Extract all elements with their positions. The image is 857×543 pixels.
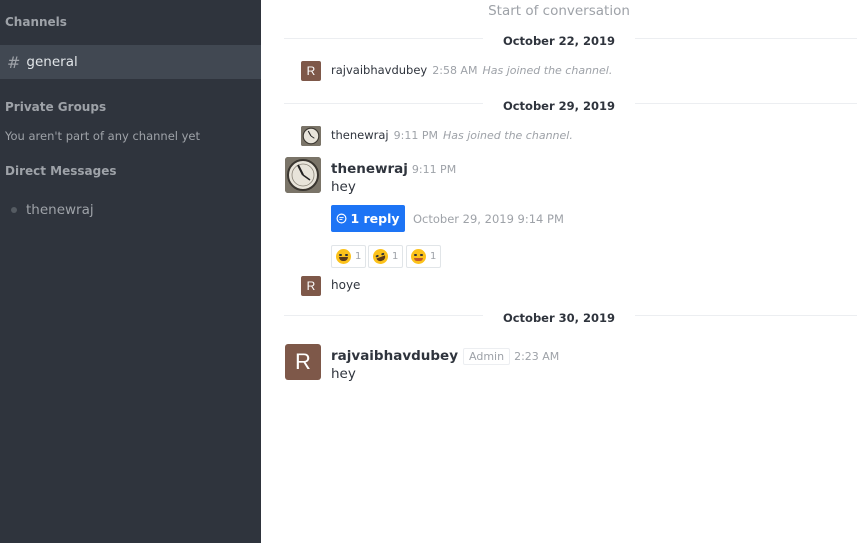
sidebar: Channels # general Private Groups You ar… [0, 0, 261, 543]
channels-section-title: Channels [5, 15, 67, 29]
message-header: thenewraj 9:11 PM [331, 158, 456, 177]
sidebar-item-thenewraj[interactable]: thenewraj [11, 202, 94, 218]
avatar[interactable] [301, 126, 321, 146]
date-divider: October 29, 2019 [284, 99, 857, 113]
clock-avatar-icon [285, 157, 321, 193]
reaction-count: 1 [392, 251, 399, 262]
private-groups-empty: You aren't part of any channel yet [5, 129, 201, 143]
status-dot-icon [11, 207, 17, 213]
reply-button[interactable]: 1 reply [331, 205, 405, 232]
reaction[interactable]: 1 [368, 245, 404, 268]
avatar[interactable]: R [285, 344, 321, 380]
username[interactable]: rajvaibhavdubey [331, 348, 458, 364]
timestamp: 9:11 PM [411, 163, 457, 176]
avatar[interactable]: R [301, 61, 321, 81]
message-list: Start of conversation October 22, 2019 R… [261, 0, 857, 543]
avatar[interactable]: R [301, 276, 321, 296]
timestamp: 9:11 PM [393, 129, 438, 142]
rofl-emoji-icon [370, 246, 391, 267]
avatar[interactable] [285, 157, 321, 193]
start-of-conversation: Start of conversation [488, 3, 630, 19]
system-message: thenewraj 9:11 PM Has joined the channel. [331, 128, 573, 142]
date-label: October 30, 2019 [482, 311, 636, 325]
role-badge: Admin [463, 348, 511, 365]
hash-icon: # [7, 52, 21, 72]
date-label: October 29, 2019 [482, 99, 636, 113]
timestamp: 2:58 AM [432, 64, 478, 77]
blush-emoji-icon [411, 249, 426, 264]
reply-timestamp: October 29, 2019 9:14 PM [413, 212, 564, 226]
reaction-count: 1 [355, 251, 362, 262]
message-header: rajvaibhavdubey Admin 2:23 AM [331, 345, 560, 365]
private-groups-title: Private Groups [5, 100, 107, 114]
date-divider: October 30, 2019 [284, 311, 857, 325]
date-divider: October 22, 2019 [284, 34, 857, 48]
message-text: hey [331, 179, 356, 195]
message-text: hoye [331, 278, 361, 292]
reaction[interactable]: 1 [406, 245, 442, 268]
sidebar-item-general[interactable]: # general [0, 45, 261, 79]
message-text: hey [331, 366, 356, 382]
username[interactable]: rajvaibhavdubey [331, 63, 427, 77]
direct-messages-title: Direct Messages [5, 164, 117, 178]
dm-name: thenewraj [26, 202, 94, 218]
reply-label: 1 reply [350, 211, 400, 226]
system-text: Has joined the channel. [442, 129, 573, 142]
channel-name: general [26, 54, 78, 70]
thread-icon [336, 213, 347, 224]
clock-avatar-icon [301, 126, 321, 146]
reaction[interactable]: 1 [331, 245, 367, 268]
reaction-count: 1 [430, 251, 437, 262]
username[interactable]: thenewraj [331, 161, 408, 177]
username[interactable]: thenewraj [331, 128, 389, 142]
timestamp: 2:23 AM [514, 350, 560, 363]
date-label: October 22, 2019 [482, 34, 636, 48]
system-text: Has joined the channel. [482, 64, 613, 77]
grinning-sweat-emoji-icon [336, 249, 351, 264]
system-message: rajvaibhavdubey 2:58 AM Has joined the cha… [331, 63, 612, 77]
